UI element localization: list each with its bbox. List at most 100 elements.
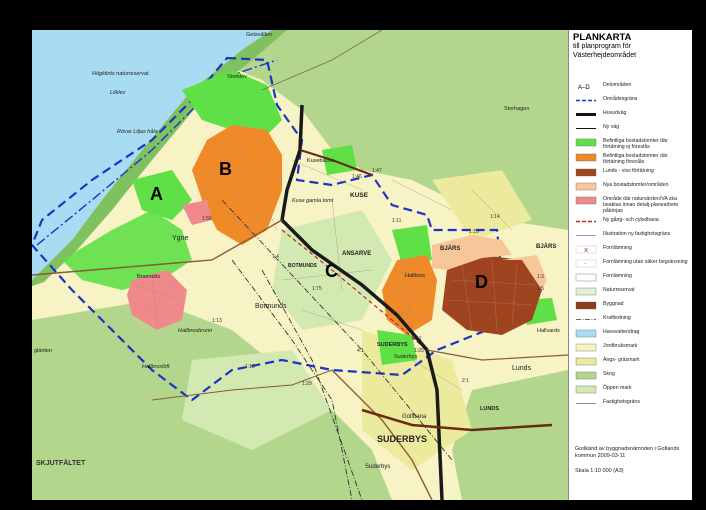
place-label: Kusebacke	[307, 158, 334, 164]
legend-symbol	[575, 153, 597, 162]
legend-item: Fastighetsgräns	[573, 399, 688, 410]
legend-symbol	[575, 138, 597, 147]
scale-text: Skala 1:10 000 (A3)	[575, 468, 624, 474]
parcel-number: 1:56	[202, 216, 212, 222]
legend-label: Nya bostadstomter/områden	[603, 182, 669, 188]
place-label: BJÄRS	[536, 243, 556, 250]
place-label: Storhagen	[504, 106, 529, 112]
legend-title: PLANKARTA	[573, 32, 632, 43]
legend-item: A–D Delområden	[573, 82, 688, 93]
legend-label: Illustration ny fastighetsgräns	[603, 231, 671, 237]
map-frame: A B C D Getsvällen Högklints naturreserv…	[0, 0, 706, 510]
place-label: ANSARVE	[342, 251, 371, 257]
place-label: KUSE	[350, 192, 369, 199]
legend-item: Område där naturvärden/VA ska beaktas in…	[573, 196, 688, 214]
place-label: Hallbros	[405, 273, 425, 279]
legend-item: Kraftledning	[573, 315, 688, 326]
legend-symbol	[576, 403, 596, 404]
place-label: Suderbys	[394, 354, 417, 360]
parcel-number: 1:25	[414, 348, 424, 354]
place-label: SUDERBYS	[377, 434, 427, 444]
svg-text:·: ·	[584, 260, 586, 268]
legend-label: Jordbruksmark	[603, 343, 638, 349]
parcel-number: 1:10	[245, 364, 255, 370]
svg-text:A–D: A–D	[578, 85, 590, 91]
legend-symbol	[576, 235, 596, 236]
parcel-number: 1:47	[372, 168, 382, 174]
legend-symbol	[575, 182, 597, 191]
parcel-number: 2:1	[462, 378, 469, 384]
legend-subtitle: till planprogram för Västerhejdeområdet	[573, 43, 637, 59]
map-legend: PLANKARTA till planprogram för Västerhej…	[568, 30, 692, 500]
parcel-number: 1:11	[392, 218, 402, 224]
legend-symbol	[575, 301, 597, 310]
place-label: Lunds	[512, 365, 532, 372]
legend-label: Befintliga bostadstomter där förtätning …	[603, 153, 668, 165]
legend-item: Ängs- gräsmark	[573, 357, 688, 368]
legend-label: Delområden	[603, 82, 632, 88]
map-sheet: A B C D Getsvällen Högklints naturreserv…	[32, 30, 692, 500]
legend-item: Ny väg	[573, 124, 688, 135]
legend-symbol	[576, 128, 596, 129]
legend-item: Huvudväg	[573, 110, 688, 121]
legend-item: Nya bostadstomter/områden	[573, 182, 688, 193]
area-label-c: C	[325, 261, 338, 281]
legend-label: Ny gång- och cykelbana	[603, 217, 659, 223]
legend-item: · Fornlämning utan säker begränsning	[573, 259, 688, 270]
legend-item: Fornlämning	[573, 273, 688, 284]
place-label: Lilklev	[110, 90, 127, 96]
legend-label: Öppen mark	[603, 385, 632, 391]
legend-symbol	[576, 99, 596, 102]
svg-text:x: x	[584, 246, 588, 254]
legend-symbol	[575, 343, 597, 352]
parcel-number: 1:29	[302, 381, 312, 387]
place-label: SKJUTFÄLTET	[36, 459, 86, 467]
legend-label: Område där naturvärden/VA ska beaktas in…	[603, 196, 679, 214]
legend-symbol: ·	[575, 259, 597, 268]
area-label-a: A	[150, 184, 163, 204]
legend-symbol: x	[575, 245, 597, 254]
legend-label: Huvudväg	[603, 110, 627, 116]
parcel-number: 1:19	[469, 229, 479, 235]
place-label: BJÄRS	[440, 245, 460, 252]
place-label: Hallbrosbrunn	[178, 328, 212, 334]
legend-item: Områdesgräns	[573, 96, 688, 107]
legend-item: Ny gång- och cykelbana	[573, 217, 688, 228]
legend-symbol	[575, 385, 597, 394]
legend-label: Befintliga bostadstomter där förtätning …	[603, 138, 668, 150]
place-label: LUNDS	[480, 406, 499, 412]
legend-label: Fornlämning	[603, 245, 632, 251]
place-label: Kuse gamla tomt	[292, 198, 334, 204]
place-label: Högklints naturreservat	[92, 71, 149, 77]
place-label: Ygne	[172, 235, 188, 242]
legend-label: Ny väg	[603, 124, 620, 130]
parcel-number: 4:1	[357, 348, 364, 354]
legend-label: Ängs- gräsmark	[603, 357, 640, 363]
place-label: glänten	[34, 348, 52, 354]
legend-symbol	[575, 273, 597, 282]
legend-item: Skog	[573, 371, 688, 382]
parcel-number: 1:4	[272, 254, 279, 260]
legend-item: x Fornlämning	[573, 245, 688, 256]
place-label: Suderbys	[365, 464, 390, 470]
place-label: Storklev	[227, 74, 247, 80]
parcel-number: 1:13	[212, 318, 222, 324]
place-label: Hallbroslöft	[142, 364, 170, 370]
legend-symbol	[575, 168, 597, 177]
legend-item: Lunds - viss förtätning	[573, 168, 688, 179]
legend-list: A–D Delområden Områdesgräns Huvudväg Ny väg B…	[573, 82, 688, 410]
legend-item: Öppen mark	[573, 385, 688, 396]
place-label: Bramolds	[137, 274, 160, 280]
legend-item: Befintliga bostadstomter där förtätning …	[573, 138, 688, 150]
place-label: Hallvards	[537, 328, 560, 334]
area-label-d: D	[475, 272, 488, 292]
place-label: BOTMUNDS	[288, 263, 318, 269]
legend-item: Naturreservat	[573, 287, 688, 298]
legend-symbol	[576, 220, 596, 223]
legend-symbol	[576, 113, 596, 116]
legend-label: Havsvattendrag	[603, 329, 640, 335]
legend-symbol	[576, 319, 596, 320]
legend-label: Skog	[603, 371, 615, 377]
legend-symbol	[575, 371, 597, 380]
parcel-number: 1:46	[352, 174, 362, 180]
